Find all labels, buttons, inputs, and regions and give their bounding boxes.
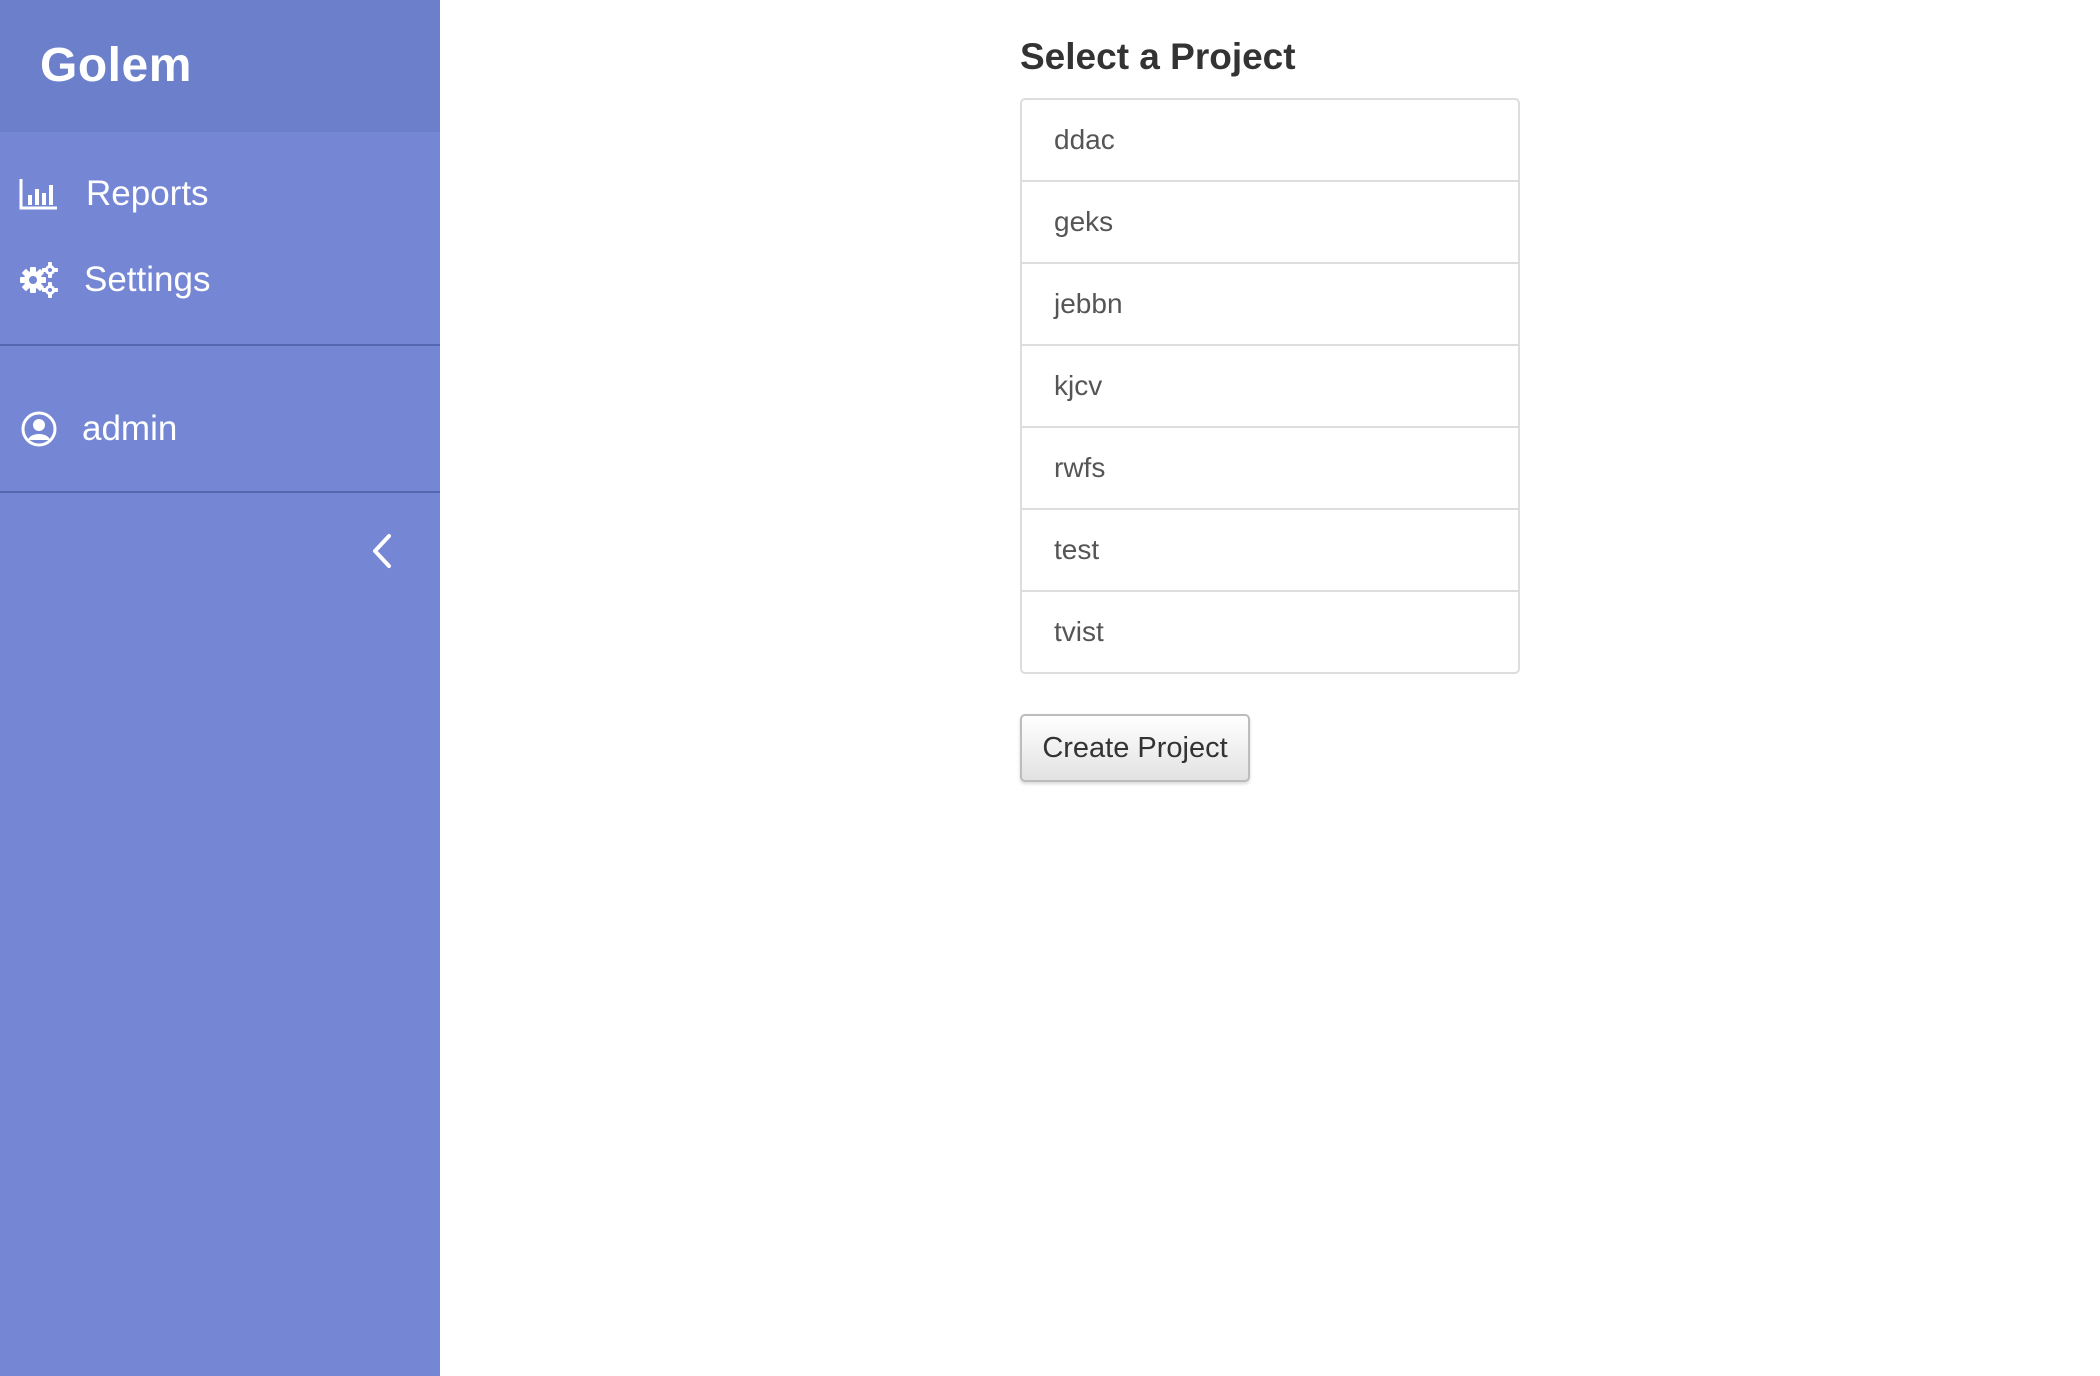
gears-icon [18,259,60,301]
chevron-left-icon [370,533,394,574]
bar-chart-icon [18,173,60,215]
page-title: Select a Project [1020,36,1296,77]
collapse-sidebar-button[interactable] [362,533,402,573]
user-circle-icon [18,408,60,450]
user-name: admin [82,409,178,448]
sidebar-item-settings[interactable]: Settings [0,245,440,315]
sidebar-item-user[interactable]: admin [0,394,440,464]
project-item[interactable]: ddac [1022,100,1518,182]
project-item[interactable]: kjcv [1022,346,1518,428]
brand-header: Golem [0,0,440,132]
sidebar-item-reports[interactable]: Reports [0,159,440,229]
sidebar-divider [0,491,440,493]
project-item[interactable]: rwfs [1022,428,1518,510]
project-item[interactable]: tvist [1022,592,1518,672]
project-item[interactable]: geks [1022,182,1518,264]
project-list: ddac geks jebbn kjcv rwfs test tvist [1020,98,1520,674]
sidebar-item-label: Reports [86,174,209,213]
sidebar: Golem Reports Settings admin [0,0,440,1376]
project-item[interactable]: test [1022,510,1518,592]
sidebar-divider [0,344,440,346]
create-project-button[interactable]: Create Project [1020,714,1250,782]
app-title[interactable]: Golem [40,39,192,92]
sidebar-item-label: Settings [84,260,211,299]
project-item[interactable]: jebbn [1022,264,1518,346]
